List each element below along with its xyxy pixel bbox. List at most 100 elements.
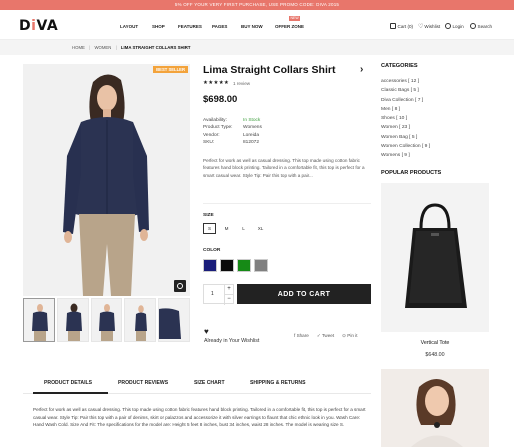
search-label: Search [477, 23, 493, 29]
facebook-share-link[interactable]: f Share [294, 333, 309, 339]
size-option-xl[interactable]: XL [254, 223, 267, 234]
category-link[interactable]: Women Bag [ 5 ] [381, 133, 430, 142]
category-link[interactable]: Womens [ 9 ] [381, 151, 430, 160]
bag-icon [390, 23, 396, 29]
add-to-cart-button[interactable]: ADD TO CART [237, 284, 371, 304]
breadcrumb-women[interactable]: WOMEN [94, 45, 111, 50]
tab-product-details[interactable]: PRODUCT DETAILS [44, 380, 92, 386]
info-row-availability: Availability: In Stock [203, 117, 262, 124]
product-details-text: Perfect for work as well as casual dress… [33, 407, 366, 428]
category-list: accessories [ 12 ] Classic Bags [ 5 ] Di… [381, 77, 430, 161]
info-key: SKU: [203, 139, 215, 145]
login-link[interactable]: Login [445, 23, 464, 29]
breadcrumb-separator: | [115, 45, 117, 50]
heart-icon: ♡ [418, 24, 424, 30]
size-label: SIZE [203, 213, 214, 218]
info-row-product-type: Product Type: Womens [203, 124, 262, 131]
promo-banner: 5% OFF YOUR VERY FIRST PURCHASE, USE PRO… [0, 0, 514, 10]
black-tote-bag-illustration [381, 183, 489, 332]
nav-layout[interactable]: LAYOUT [120, 24, 138, 29]
info-value: Womens [243, 125, 262, 131]
rating-stars: ★★★★★ [203, 80, 230, 86]
category-link[interactable]: accessories [ 12 ] [381, 77, 430, 86]
product-title: Lima Straight Collars Shirt [203, 64, 336, 76]
login-label: Login [452, 23, 464, 29]
category-link[interactable]: Women [ 23 ] [381, 123, 430, 132]
quantity-plus-button[interactable]: + [224, 285, 233, 295]
twitter-share-link[interactable]: ✓ Tweet [317, 333, 334, 339]
nav-shop[interactable]: SHOP [152, 24, 165, 29]
nav-features[interactable]: FEATURES [178, 24, 202, 29]
thumbnail[interactable] [23, 298, 55, 342]
quantity-minus-button[interactable]: − [224, 295, 233, 305]
sidebar-promo-image[interactable] [381, 369, 489, 447]
category-link[interactable]: Classic Bags [ 5 ] [381, 86, 430, 95]
product-price: $698.00 [203, 94, 238, 105]
category-link[interactable]: Women Collection [ 9 ] [381, 142, 430, 151]
info-value: Loreida [243, 132, 260, 138]
thumbnail[interactable] [158, 298, 190, 342]
pin-label: Pin it [347, 333, 358, 338]
info-row-vendor: Vendor: Loreida [203, 132, 262, 139]
pinterest-share-link[interactable]: ⊙ Pin it [342, 333, 357, 339]
quantity-stepper[interactable]: 1 + − [203, 284, 234, 305]
logo-letter-d: D [19, 18, 32, 34]
color-label: COLOR [203, 248, 221, 253]
active-tab-indicator [33, 392, 108, 394]
color-swatch-grey[interactable] [254, 259, 268, 272]
category-link[interactable]: Shoes [ 10 ] [381, 114, 430, 123]
thumbnail[interactable] [124, 298, 157, 342]
size-option-l[interactable]: L [237, 223, 250, 234]
color-swatch-navy[interactable] [203, 259, 217, 272]
color-swatch-green[interactable] [237, 259, 251, 272]
breadcrumb: HOME | WOMEN | LIMA STRAIGHT COLLARS SHI… [72, 45, 190, 50]
quantity-value[interactable]: 1 [211, 291, 214, 297]
review-count[interactable]: 1 review [233, 81, 250, 86]
size-option-m[interactable]: M [220, 223, 233, 234]
thumbnail-image [91, 299, 122, 341]
breadcrumb-home[interactable]: HOME [72, 45, 85, 50]
popular-products-heading: POPULAR PRODUCTS [381, 170, 442, 176]
divider [203, 203, 371, 204]
short-description: Perfect for work as well as casual dress… [203, 158, 365, 178]
share-links: f Share ✓ Tweet ⊙ Pin it [294, 333, 358, 339]
size-option-s[interactable]: S [203, 223, 216, 234]
popular-product-price: $648.00 [425, 352, 445, 358]
tab-shipping-returns[interactable]: SHIPPING & RETURNS [250, 380, 305, 386]
thumbnail[interactable] [56, 298, 89, 342]
category-link[interactable]: Diva Collection [ 7 ] [381, 96, 430, 105]
info-value: In Stock [243, 118, 261, 123]
wishlist-link[interactable]: ♡ Wishlist [418, 23, 440, 30]
category-link[interactable]: Men [ 8 ] [381, 105, 430, 114]
thumbnail-strip [23, 298, 190, 342]
tab-product-reviews[interactable]: PRODUCT REVIEWS [118, 380, 168, 386]
popular-product-image[interactable] [381, 183, 489, 332]
nav-buy-now[interactable]: BUY NOW [241, 24, 263, 29]
site-header: DiVA LAYOUT SHOP FEATURES PAGES BUY NOW … [0, 10, 514, 40]
color-swatches [203, 259, 268, 272]
info-key: Vendor: [203, 132, 220, 138]
tab-size-chart[interactable]: SIZE CHART [194, 380, 225, 386]
best-seller-badge: BEST SELLER [153, 66, 188, 73]
logo-letters-va: VA [36, 18, 59, 34]
model-in-navy-shirt-illustration [23, 64, 190, 296]
cart-link[interactable]: Cart (0) [390, 23, 413, 29]
search-link[interactable]: Search [470, 23, 492, 29]
nav-pages[interactable]: PAGES [212, 24, 227, 29]
heart-icon[interactable]: ♥ [204, 327, 209, 336]
nav-offer-zone[interactable]: OFFER ZONE [275, 24, 304, 29]
popular-product-name[interactable]: Vertical Tote [381, 340, 489, 346]
info-key: Availability: [203, 118, 227, 123]
product-main-image[interactable]: BEST SELLER [23, 64, 190, 296]
next-product-arrow-icon[interactable]: › [360, 64, 363, 75]
thumbnail-image [24, 299, 54, 341]
thumbnail-image [57, 299, 88, 341]
thumbnail[interactable] [90, 298, 123, 342]
thumbnail-image [125, 299, 156, 341]
zoom-icon[interactable] [174, 280, 186, 292]
info-row-sku: SKU: 812072 [203, 139, 262, 146]
color-swatch-black[interactable] [220, 259, 234, 272]
product-info-list: Availability: In Stock Product Type: Women… [203, 117, 262, 146]
wishlist-status[interactable]: Already in Your Wishlist [204, 338, 259, 344]
logo[interactable]: DiVA [19, 18, 58, 34]
